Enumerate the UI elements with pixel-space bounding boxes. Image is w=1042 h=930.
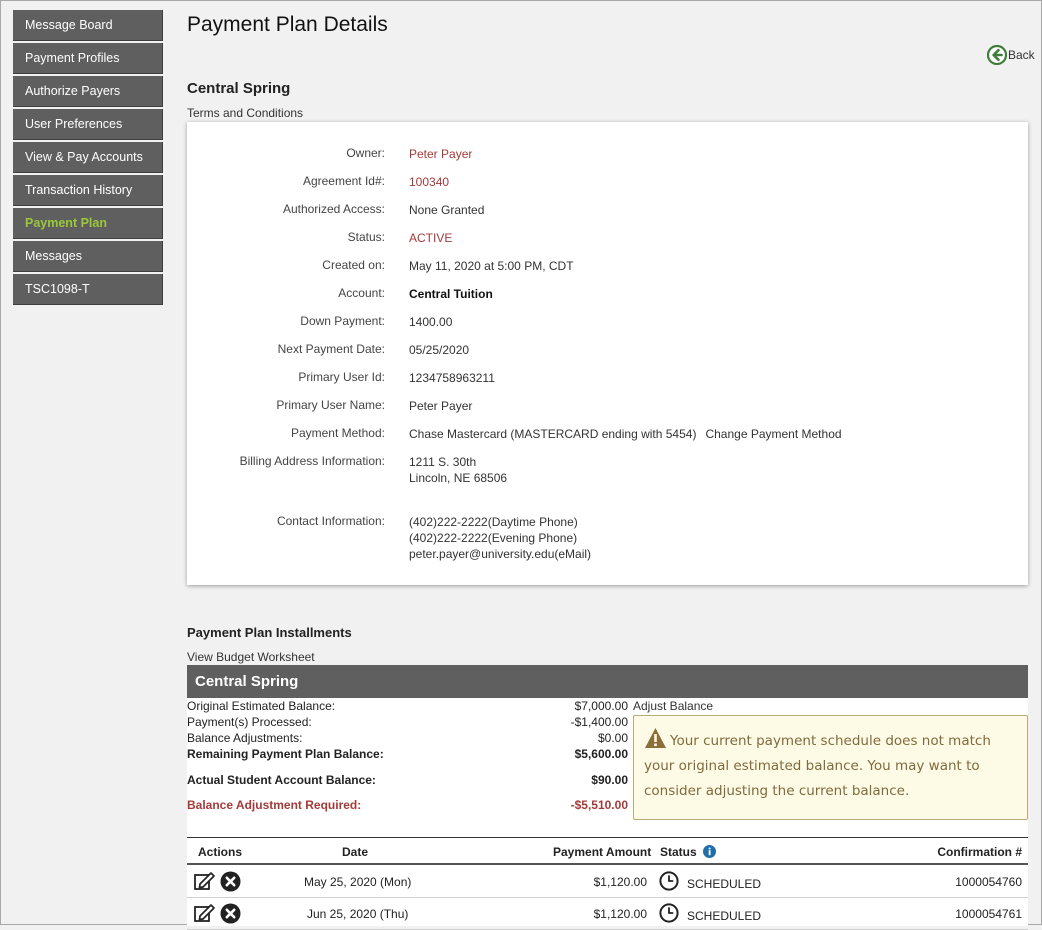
sidebar-item-view-pay-accounts[interactable]: View & Pay Accounts — [13, 142, 163, 173]
sidebar-item-message-board[interactable]: Message Board — [13, 10, 163, 41]
col-status: Status — [660, 845, 717, 859]
remaining-balance-value: $5,600.00 — [574, 747, 628, 761]
balance-adjustments-value: $0.00 — [597, 731, 628, 745]
back-link[interactable]: Back — [987, 45, 1035, 65]
adjust-balance-link[interactable]: Adjust Balance — [633, 699, 713, 713]
actual-balance-label: Actual Student Account Balance: — [187, 773, 376, 787]
payment-method-label: Payment Method: — [290, 426, 385, 440]
next-payment-value: 05/25/2020 — [409, 343, 470, 357]
owner-value: Peter Payer — [409, 147, 473, 161]
balance-warning-tooltip: Your current payment schedule does not m… — [633, 715, 1028, 820]
cancel-icon[interactable] — [220, 871, 241, 895]
billing-line-1: 1211 S. 30th — [409, 455, 477, 469]
agreement-label: Agreement Id#: — [302, 174, 385, 188]
payment-method-value: Chase Mastercard (MASTERCARD ending with… — [409, 426, 842, 442]
edit-icon[interactable] — [194, 903, 217, 926]
table-row: Jun 25, 2020 (Thu) $1,120.00 SCHEDULED 1… — [187, 898, 1028, 930]
owner-label: Owner: — [346, 146, 385, 160]
contact-label: Contact Information: — [276, 514, 385, 528]
table-row: May 25, 2020 (Mon) $1,120.00 SCHEDULED 1… — [187, 866, 1028, 898]
primary-user-name-value: Peter Payer — [409, 399, 473, 413]
account-value: Central Tuition — [409, 287, 493, 301]
installments-table: Actions Date Payment Amount Status Confi… — [187, 837, 1028, 930]
sidebar-nav: Message Board Payment Profiles Authorize… — [13, 10, 163, 307]
primary-user-id-value: 1234758963211 — [409, 371, 495, 385]
row-status: SCHEDULED — [687, 877, 762, 891]
row-status: SCHEDULED — [687, 909, 762, 923]
warning-icon — [645, 728, 666, 748]
sidebar-item-user-preferences[interactable]: User Preferences — [13, 109, 163, 140]
sidebar-item-transaction-history[interactable]: Transaction History — [13, 175, 163, 206]
billing-address-label: Billing Address Information: — [239, 454, 385, 468]
terms-link[interactable]: Terms and Conditions — [187, 106, 303, 120]
created-label: Created on: — [322, 258, 385, 272]
status-value: ACTIVE — [409, 231, 453, 245]
cancel-icon[interactable] — [220, 903, 241, 927]
row-amount: $1,120.00 — [593, 907, 647, 921]
col-date: Date — [342, 845, 369, 859]
edit-icon[interactable] — [194, 871, 217, 894]
sidebar-item-payment-profiles[interactable]: Payment Profiles — [13, 43, 163, 74]
change-payment-method-link[interactable]: Change Payment Method — [705, 427, 841, 441]
status-label: Status: — [347, 230, 385, 244]
account-label: Account: — [338, 286, 385, 300]
access-label: Authorized Access: — [282, 202, 385, 216]
clock-icon — [659, 871, 679, 894]
down-payment-value: 1400.00 — [409, 315, 453, 329]
col-payment-amount[interactable]: Payment Amount — [553, 845, 651, 859]
warning-text: Your current payment schedule does not m… — [644, 733, 991, 799]
budget-worksheet-link[interactable]: View Budget Worksheet — [187, 650, 315, 664]
contact-daytime-phone: (402)222-2222(Daytime Phone) — [409, 515, 578, 529]
payments-processed-label: Payment(s) Processed: — [187, 715, 312, 729]
payment-method-text: Chase Mastercard (MASTERCARD ending with… — [409, 427, 697, 441]
row-date: Jun 25, 2020 (Thu) — [307, 907, 409, 921]
payments-processed-value: -$1,400.00 — [570, 715, 628, 729]
primary-user-id-label: Primary User Id: — [298, 370, 385, 384]
access-value: None Granted — [409, 203, 485, 217]
plan-name-heading: Central Spring — [187, 80, 291, 97]
remaining-balance-label: Remaining Payment Plan Balance: — [187, 747, 384, 761]
actual-balance-value: $90.00 — [591, 773, 628, 787]
billing-line-2: Lincoln, NE 68506 — [409, 471, 508, 485]
table-header: Actions Date Payment Amount Status Confi… — [187, 837, 1028, 865]
row-amount: $1,120.00 — [593, 875, 647, 889]
col-confirmation: Confirmation # — [937, 845, 1022, 859]
adjustment-required-label: Balance Adjustment Required: — [187, 798, 362, 812]
sidebar-item-tsc1098t[interactable]: TSC1098-T — [13, 274, 163, 305]
row-confirmation: 1000054760 — [955, 875, 1022, 889]
installments-heading: Payment Plan Installments — [187, 625, 352, 640]
back-arrow-icon — [987, 45, 1007, 65]
sidebar-item-payment-plan[interactable]: Payment Plan — [13, 208, 163, 239]
contact-value: (402)222-2222(Daytime Phone) (402)222-22… — [409, 514, 591, 562]
adjustment-required-value: -$5,510.00 — [570, 798, 628, 812]
contact-evening-phone: (402)222-2222(Evening Phone) — [409, 531, 578, 545]
row-confirmation: 1000054761 — [955, 907, 1022, 921]
sidebar-item-authorize-payers[interactable]: Authorize Payers — [13, 76, 163, 107]
clock-icon — [659, 903, 679, 926]
billing-address-value: 1211 S. 30th Lincoln, NE 68506 — [409, 454, 507, 486]
col-actions: Actions — [198, 845, 243, 859]
back-label: Back — [1008, 48, 1035, 62]
col-status-label: Status — [660, 845, 697, 859]
agreement-value: 100340 — [409, 175, 450, 189]
created-value: May 11, 2020 at 5:00 PM, CDT — [409, 259, 574, 273]
sidebar-item-messages[interactable]: Messages — [13, 241, 163, 272]
row-date: May 25, 2020 (Mon) — [304, 875, 412, 889]
primary-user-name-label: Primary User Name: — [276, 398, 385, 412]
installments-plan-header: Central Spring — [187, 665, 1028, 698]
info-icon[interactable] — [703, 845, 717, 858]
original-balance-label: Original Estimated Balance: — [187, 699, 336, 713]
down-payment-label: Down Payment: — [300, 314, 385, 328]
plan-details-card: Owner: Peter Payer Agreement Id#: 100340… — [187, 122, 1028, 585]
balance-adjustments-label: Balance Adjustments: — [187, 731, 303, 745]
contact-email: peter.payer@university.edu(eMail) — [409, 547, 592, 561]
next-payment-label: Next Payment Date: — [277, 342, 385, 356]
page-title: Payment Plan Details — [187, 13, 388, 36]
original-balance-value: $7,000.00 — [574, 699, 628, 713]
